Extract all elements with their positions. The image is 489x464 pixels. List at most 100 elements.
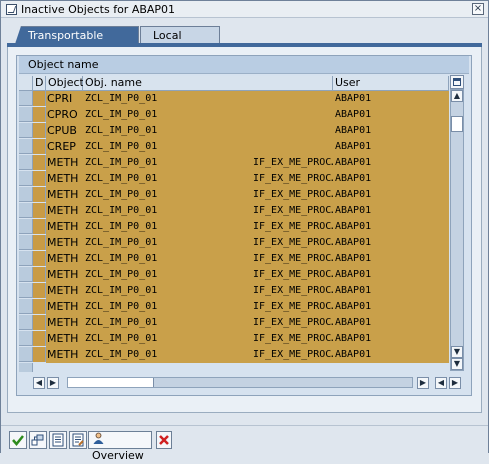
cell-object: METH [47,156,79,169]
cell-obj-name: ZCL_IM_P0_01 [85,237,158,248]
scroll-right-button[interactable]: ▶ [417,377,429,389]
cell-subobject: IF_EX_ME_PROC… [253,333,333,344]
cell-user: ABAP01 [335,317,372,328]
cell-obj-name: ZCL_IM_P0_01 [85,125,158,136]
row-selector[interactable] [19,235,33,250]
row-selector[interactable] [19,315,33,330]
column-header-d[interactable]: D [33,76,46,91]
scroll-up-button[interactable]: ▲ [451,90,463,102]
cell-obj-name: ZCL_IM_P0_01 [85,189,158,200]
table-row[interactable]: METH ZCL_IM_P0_01 IF_EX_ME_PROC… ABAP01 [19,155,449,171]
row-selector[interactable] [19,107,33,122]
cell-subobject [253,139,333,155]
table-row[interactable]: METH ZCL_IM_P0_01 IF_EX_ME_PROC… ABAP01 [19,331,449,347]
tab-local-objects[interactable]: Local objects [140,26,220,59]
row-d-cell [33,187,46,202]
display-button[interactable] [49,431,67,449]
column-scroll-right-button[interactable]: ▶ [449,377,461,389]
cell-obj-name: ZCL_IM_P0_01 [85,157,158,168]
column-settings-button[interactable] [450,75,464,89]
row-selector[interactable] [19,283,33,298]
cell-obj-name: ZCL_IM_P0_01 [85,205,158,216]
row-selector[interactable] [19,123,33,138]
check-icon [12,435,24,446]
cell-subobject: IF_EX_ME_PROC… [253,157,333,168]
cell-user: ABAP01 [335,157,372,168]
vertical-scroll-thumb[interactable] [451,116,463,132]
cell-user: ABAP01 [335,333,372,344]
horizontal-scroll-track[interactable] [67,377,413,388]
table-row[interactable]: METH ZCL_IM_P0_01 IF_EX_ME_PROC… ABAP01 [19,267,449,283]
table-row[interactable]: METH ZCL_IM_P0_01 IF_EX_ME_PROC… ABAP01 [19,171,449,187]
object-tree-icon [31,434,44,446]
horizontal-scrollbar[interactable]: ◀ ▶ ▶ ◀ ▶ [19,376,466,390]
column-header-object[interactable]: Object [46,76,84,91]
tab-panel: Object name D Object Obj. name User CPRI… [7,47,482,413]
overview-button[interactable]: Overview [88,431,152,462]
horizontal-scroll-thumb[interactable] [68,378,154,387]
row-selector[interactable] [19,139,33,154]
cell-obj-name: ZCL_IM_P0_01 [85,253,158,264]
cell-subobject: IF_EX_ME_PROC… [253,317,333,328]
table-row[interactable]: METH ZCL_IM_P0_01 IF_EX_ME_PROC… ABAP01 [19,347,449,363]
select-all-header[interactable] [19,76,33,91]
scroll-left-button[interactable]: ◀ [33,377,45,389]
cell-obj-name: ZCL_IM_P0_01 [85,109,158,120]
table-header: D Object Obj. name User [19,76,449,91]
column-header-obj-name[interactable]: Obj. name [83,76,333,91]
cell-subobject: IF_EX_ME_PROC… [253,253,333,264]
vertical-scrollbar[interactable]: ▲ ▼ ▼ [450,89,464,371]
row-selector[interactable] [19,187,33,202]
cell-user: ABAP01 [335,173,372,184]
column-scroll-left-button[interactable]: ◀ [435,377,447,389]
row-selector[interactable] [19,91,33,106]
table-row[interactable]: CPRI ZCL_IM_P0_01 ABAP01 [19,91,449,107]
cell-subobject: IF_EX_ME_PROC… [253,173,333,184]
cell-object: METH [47,172,79,185]
cell-object: METH [47,268,79,281]
table-row[interactable]: CREP ZCL_IM_P0_01 ABAP01 [19,139,449,155]
row-selector[interactable] [19,251,33,266]
row-d-cell [33,219,46,234]
row-d-cell [33,171,46,186]
scroll-down-arrow-button[interactable]: ▼ [451,346,463,358]
scroll-down-button[interactable]: ▼ [451,358,463,370]
row-selector[interactable] [19,171,33,186]
cell-subobject [253,107,333,123]
table-row[interactable]: METH ZCL_IM_P0_01 IF_EX_ME_PROC… ABAP01 [19,315,449,331]
display-change-button[interactable] [69,431,87,449]
table-row[interactable]: METH ZCL_IM_P0_01 IF_EX_ME_PROC… ABAP01 [19,203,449,219]
cell-subobject: IF_EX_ME_PROC… [253,221,333,232]
table-row[interactable]: METH ZCL_IM_P0_01 IF_EX_ME_PROC… ABAP01 [19,251,449,267]
cancel-button[interactable] [156,431,172,449]
row-selector[interactable] [19,203,33,218]
object-tree-button[interactable] [29,431,47,449]
cell-user: ABAP01 [335,269,372,280]
cell-object: METH [47,348,79,361]
row-d-cell [33,139,46,154]
overview-icon [93,432,104,444]
tab-transportable-objects[interactable]: Transportable Objects [15,26,139,44]
cell-subobject: IF_EX_ME_PROC… [253,269,333,280]
table-row[interactable]: METH ZCL_IM_P0_01 IF_EX_ME_PROC… ABAP01 [19,235,449,251]
row-d-cell [33,123,46,138]
row-selector[interactable] [19,299,33,314]
table-row[interactable]: CPRO ZCL_IM_P0_01 ABAP01 [19,107,449,123]
cell-object: METH [47,332,79,345]
row-selector[interactable] [19,331,33,346]
table-row[interactable]: CPUB ZCL_IM_P0_01 ABAP01 [19,123,449,139]
row-selector[interactable] [19,219,33,234]
close-button[interactable]: × [472,3,484,15]
table-row[interactable]: METH ZCL_IM_P0_01 IF_EX_ME_PROC… ABAP01 [19,283,449,299]
row-selector[interactable] [19,363,33,372]
scroll-right-button-first[interactable]: ▶ [47,377,59,389]
column-header-user[interactable]: User [333,76,449,91]
continue-button[interactable] [9,431,27,449]
cell-user: ABAP01 [335,253,372,264]
row-selector[interactable] [19,347,33,362]
row-selector[interactable] [19,267,33,282]
table-row[interactable]: METH ZCL_IM_P0_01 IF_EX_ME_PROC… ABAP01 [19,187,449,203]
table-row[interactable]: METH ZCL_IM_P0_01 IF_EX_ME_PROC… ABAP01 [19,219,449,235]
table-row[interactable]: METH ZCL_IM_P0_01 IF_EX_ME_PROC… ABAP01 [19,299,449,315]
row-selector[interactable] [19,155,33,170]
